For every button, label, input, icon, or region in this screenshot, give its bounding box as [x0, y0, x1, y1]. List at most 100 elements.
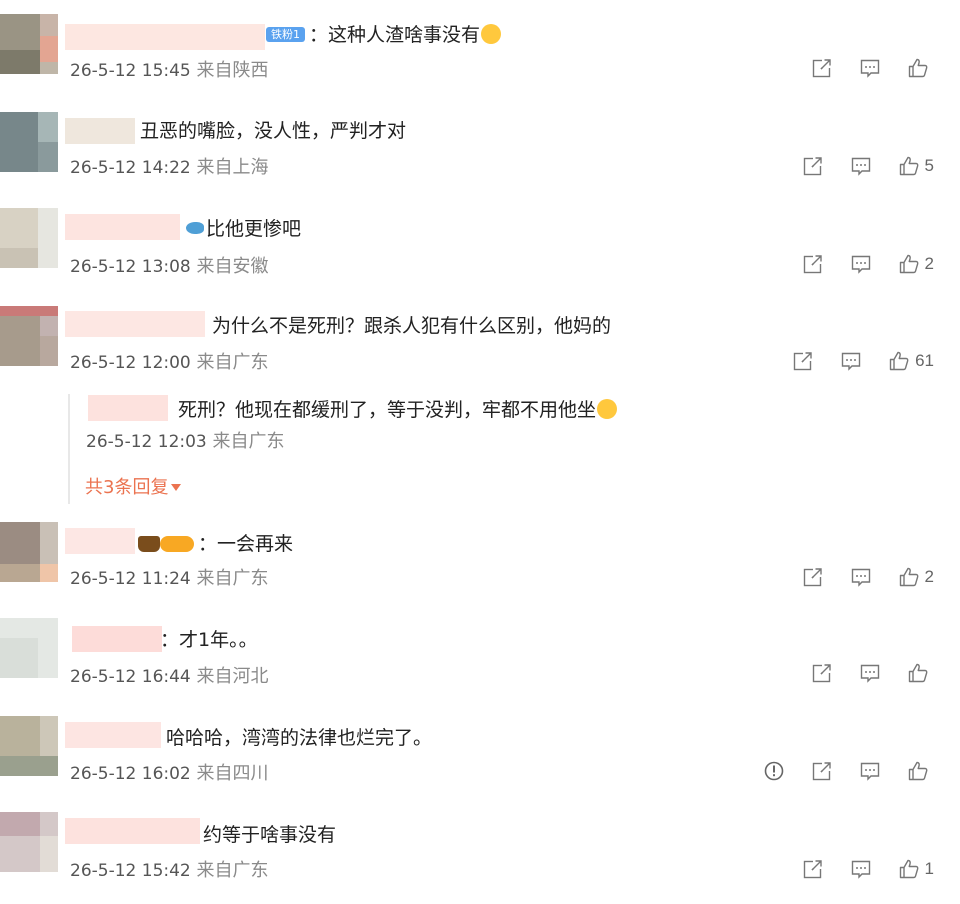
emoji-icon [597, 399, 618, 419]
reply-button[interactable] [859, 760, 881, 782]
timestamp: 26-5-12 13:08 [70, 257, 191, 277]
vip-level-icon [160, 536, 194, 552]
share-icon [792, 350, 814, 372]
share-button[interactable] [802, 566, 824, 588]
thumbs-up-icon [888, 350, 910, 372]
username-blurred[interactable] [65, 24, 265, 50]
avatar[interactable] [0, 618, 58, 678]
username-blurred[interactable] [65, 118, 135, 144]
comment-text: 约等于啥事没有 [203, 824, 337, 846]
like-count: 2 [924, 254, 934, 273]
username-blurred[interactable] [65, 818, 200, 844]
comment-actions: 1 [776, 858, 934, 880]
comment-meta: 26-5-12 14:22 来自上海 [70, 156, 268, 180]
avatar[interactable] [0, 14, 58, 74]
comment-meta: 26-5-12 12:00 来自广东 [70, 351, 268, 375]
location: 来自广东 [196, 860, 269, 881]
comment-text: ：这种人渣啥事没有 [309, 24, 481, 46]
thumbs-up-icon [898, 155, 920, 177]
timestamp: 26-5-12 16:02 [70, 764, 191, 784]
username-blurred[interactable] [65, 311, 205, 337]
like-count: 61 [915, 351, 934, 370]
thumbs-up-icon [898, 253, 920, 275]
like-button[interactable]: 1 [898, 858, 934, 880]
location: 来自广东 [196, 568, 269, 589]
reply-username-blurred[interactable] [88, 395, 168, 421]
reply-button[interactable] [840, 350, 862, 372]
comment-body: ：一会再来 [138, 531, 293, 557]
like-count: 2 [924, 567, 934, 586]
share-icon [802, 253, 824, 275]
comment-body: 铁粉1 ：这种人渣啥事没有 [266, 22, 502, 48]
reply-button[interactable] [850, 566, 872, 588]
fan-badge[interactable]: 铁粉1 [266, 27, 305, 42]
username-blurred[interactable] [65, 214, 180, 240]
share-button[interactable] [792, 350, 814, 372]
timestamp: 26-5-12 11:24 [70, 569, 191, 589]
reply-button[interactable] [850, 253, 872, 275]
reply-body: 死刑？他现在都缓刑了，等于没判，牢都不用他坐 [178, 397, 618, 423]
share-button[interactable] [811, 760, 833, 782]
avatar[interactable] [0, 208, 58, 268]
like-count: 1 [924, 859, 934, 878]
comment-body: 比他更惨吧 [186, 216, 301, 242]
comment-text: 哈哈哈，湾湾的法律也烂完了。 [166, 727, 433, 749]
thumbs-up-icon [907, 662, 929, 684]
comment-meta: 26-5-12 15:42 来自广东 [70, 859, 268, 883]
reply-meta: 26-5-12 12:03 来自广东 [86, 430, 284, 454]
like-button[interactable]: 61 [888, 350, 934, 372]
like-button[interactable] [907, 57, 934, 79]
comment-actions [737, 760, 934, 782]
reply-button[interactable] [850, 155, 872, 177]
avatar[interactable] [0, 306, 58, 366]
thumbs-up-icon [907, 57, 929, 79]
reply-thread-line [68, 394, 70, 504]
comment-icon [850, 155, 872, 177]
share-icon [811, 760, 833, 782]
share-button[interactable] [802, 155, 824, 177]
share-button[interactable] [802, 858, 824, 880]
share-icon [802, 566, 824, 588]
comment-text: 为什么不是死刑？跟杀人犯有什么区别，他妈的 [212, 315, 612, 337]
share-button[interactable] [811, 57, 833, 79]
comment-actions: 61 [766, 350, 934, 372]
like-button[interactable]: 2 [898, 253, 934, 275]
like-button[interactable]: 5 [898, 155, 934, 177]
like-button[interactable] [907, 760, 934, 782]
more-replies-link[interactable]: 共3条回复 [85, 476, 182, 500]
comment-actions: 5 [776, 155, 934, 177]
username-blurred[interactable] [65, 528, 135, 554]
share-icon [802, 858, 824, 880]
reply-button[interactable] [859, 662, 881, 684]
comment-text: ：才1年。。 [160, 629, 258, 651]
comment-actions: 2 [776, 253, 934, 275]
username-blurred[interactable] [72, 626, 162, 652]
more-replies-label: 共3条回复 [85, 477, 169, 498]
comment-text: ：一会再来 [198, 533, 294, 555]
avatar[interactable] [0, 112, 58, 172]
timestamp: 26-5-12 15:45 [70, 61, 191, 81]
like-count: 5 [924, 156, 934, 175]
avatar[interactable] [0, 522, 58, 582]
share-button[interactable] [811, 662, 833, 684]
timestamp: 26-5-12 12:03 [86, 432, 207, 452]
reply-button[interactable] [859, 57, 881, 79]
timestamp: 26-5-12 15:42 [70, 861, 191, 881]
fish-icon [186, 222, 204, 234]
reply-button[interactable] [850, 858, 872, 880]
comment-meta: 26-5-12 16:02 来自四川 [70, 762, 268, 786]
username-blurred[interactable] [65, 722, 161, 748]
vip-crown-icon[interactable] [138, 536, 160, 552]
location: 来自四川 [196, 763, 269, 784]
share-icon [811, 662, 833, 684]
comment-meta: 26-5-12 15:45 来自陕西 [70, 59, 268, 83]
share-button[interactable] [802, 253, 824, 275]
avatar[interactable] [0, 716, 58, 776]
report-button[interactable] [763, 760, 785, 782]
location: 来自广东 [212, 431, 285, 452]
timestamp: 26-5-12 16:44 [70, 667, 191, 687]
like-button[interactable]: 2 [898, 566, 934, 588]
avatar[interactable] [0, 812, 58, 872]
thumbs-up-icon [898, 566, 920, 588]
like-button[interactable] [907, 662, 934, 684]
